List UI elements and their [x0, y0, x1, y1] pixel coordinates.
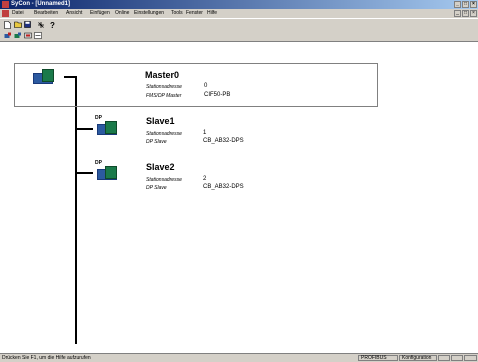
master-device-box[interactable]: [14, 63, 378, 107]
document-icon[interactable]: [2, 10, 9, 17]
title-bar: SyCon - [Unnamed1] _ □ ×: [0, 0, 478, 9]
master-station-label: Stationsadresse: [146, 84, 182, 90]
profibus-line: [75, 76, 77, 344]
insert-module-icon[interactable]: [23, 31, 32, 40]
status-protocol: PROFIBUS: [358, 355, 398, 361]
fieldbus-icon[interactable]: [33, 31, 42, 40]
mdi-restore-button[interactable]: □: [462, 10, 469, 17]
slave2-dp-badge: DP: [95, 160, 102, 166]
slave1-dp-badge: DP: [95, 115, 102, 121]
mdi-close-button[interactable]: ×: [470, 10, 477, 17]
slave2-name: Slave2: [146, 162, 175, 172]
insert-slave-icon[interactable]: [13, 31, 22, 40]
master-device-icon[interactable]: [31, 69, 54, 84]
menu-online[interactable]: Online: [115, 9, 129, 18]
menu-hilfe[interactable]: Hilfe: [207, 9, 217, 18]
insert-master-icon[interactable]: [3, 31, 12, 40]
slave1-name: Slave1: [146, 116, 175, 126]
app-icon: [2, 1, 9, 8]
network-toolbar: [0, 30, 478, 42]
menu-tools[interactable]: Tools: [171, 9, 183, 18]
menu-bearbeiten[interactable]: Bearbeiten: [34, 9, 58, 18]
standard-toolbar: ?: [0, 18, 478, 30]
slave2-bus-connection: [75, 172, 93, 174]
slave2-type-value: CB_AB32-DPS: [203, 184, 244, 190]
close-button[interactable]: ×: [470, 1, 477, 8]
menu-einfuegen[interactable]: Einfügen: [90, 9, 110, 18]
slave2-station-value: 2: [203, 176, 207, 182]
slave1-type-value: CB_AB32-DPS: [203, 138, 244, 144]
slave2-device-icon[interactable]: DP: [95, 160, 117, 180]
maximize-button[interactable]: □: [462, 1, 469, 8]
save-icon[interactable]: [23, 20, 32, 29]
network-view-icon[interactable]: [36, 20, 45, 29]
status-panel-empty-2: [451, 355, 463, 361]
master-type-value: CIF50-PB: [204, 92, 231, 98]
status-panel-empty-1: [438, 355, 450, 361]
new-file-icon[interactable]: [3, 20, 12, 29]
slave2-type-label: DP Slave: [146, 185, 167, 191]
menu-datei[interactable]: Datei: [12, 9, 24, 18]
open-file-icon[interactable]: [13, 20, 22, 29]
slave1-station-value: 1: [203, 130, 207, 136]
help-icon[interactable]: ?: [47, 20, 56, 29]
master-type-label: FMS/DP Master: [146, 93, 182, 99]
slave1-device-icon[interactable]: DP: [95, 115, 117, 135]
menu-einstellungen[interactable]: Einstellungen: [134, 9, 164, 18]
menu-bar: Datei Bearbeiten Ansicht Einfügen Online…: [0, 9, 478, 18]
mdi-minimize-button[interactable]: _: [454, 10, 461, 17]
slave1-bus-connection: [75, 128, 93, 130]
menu-fenster[interactable]: Fenster: [186, 9, 203, 18]
menu-ansicht[interactable]: Ansicht: [66, 9, 82, 18]
svg-text:?: ?: [50, 21, 55, 29]
slave1-station-label: Stationsadresse: [146, 131, 182, 137]
minimize-button[interactable]: _: [454, 1, 461, 8]
window-title: SyCon - [Unnamed1]: [11, 1, 71, 7]
slave2-station-label: Stationsadresse: [146, 177, 182, 183]
master-name: Master0: [145, 70, 180, 80]
master-station-value: 0: [204, 83, 208, 89]
slave1-type-label: DP Slave: [146, 139, 167, 145]
status-panel-empty-3: [464, 355, 477, 361]
status-mode: Konfiguration: [399, 355, 437, 361]
